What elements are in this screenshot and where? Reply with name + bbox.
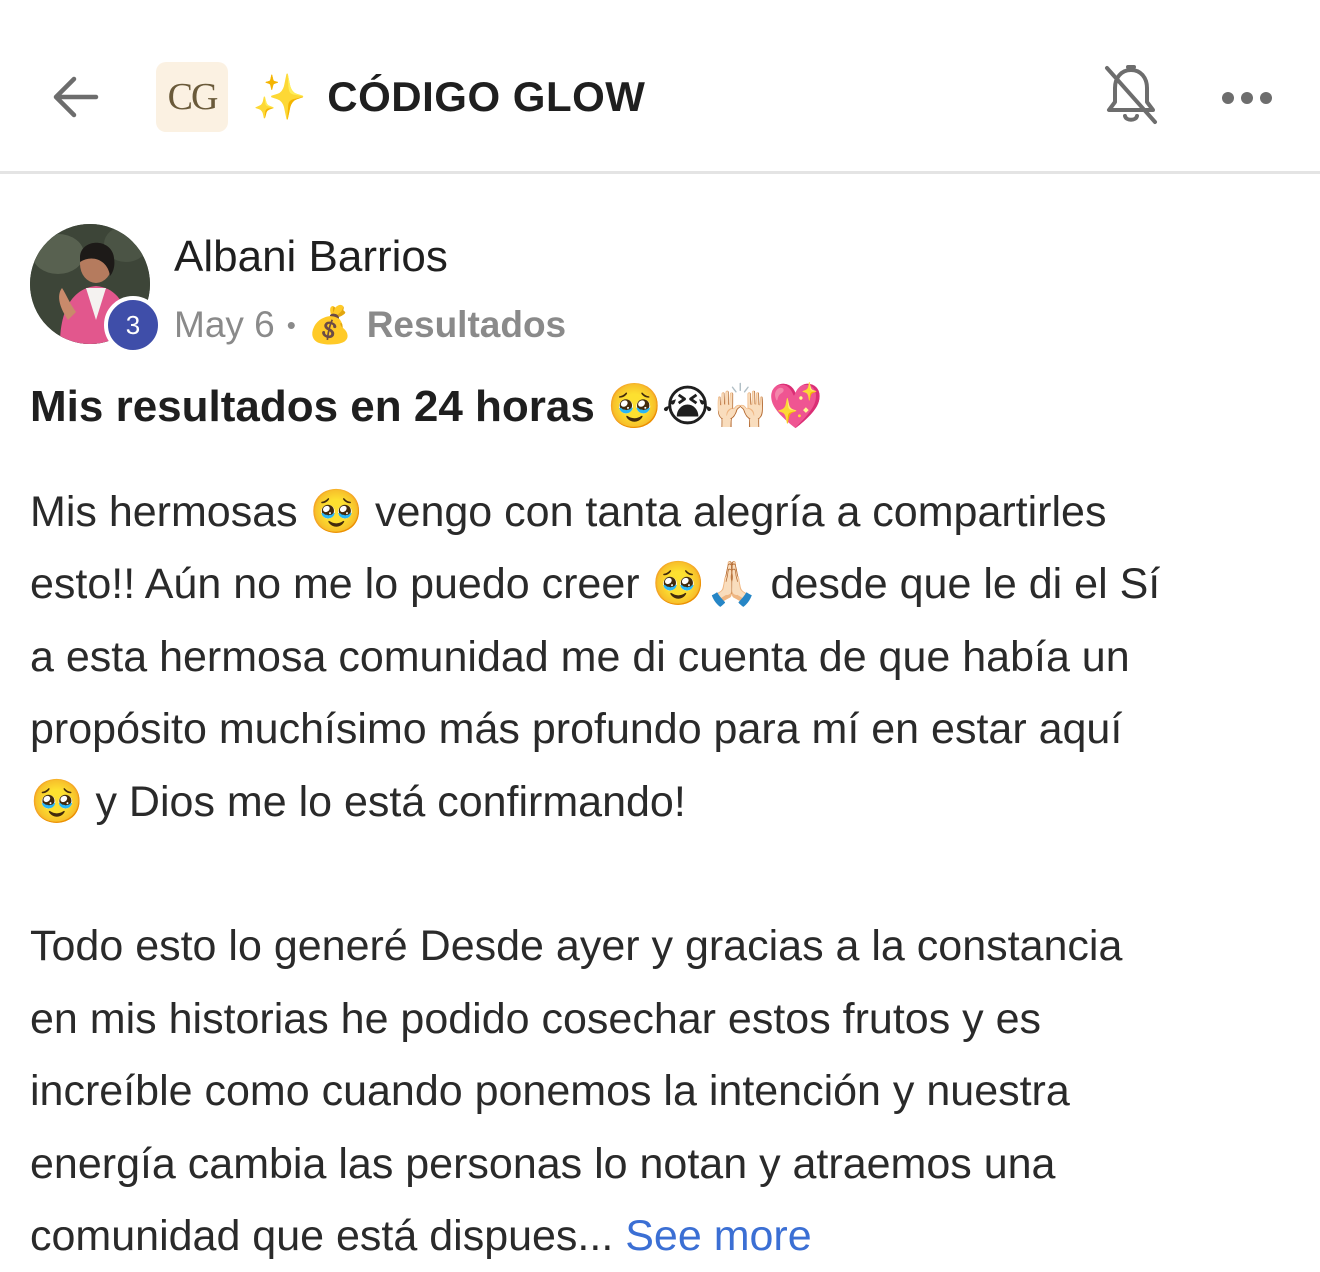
body-line: Todo esto lo generé Desde ayer y gracias… bbox=[30, 922, 1123, 971]
body-line: 🥹 y Dios me lo está confirmando! bbox=[30, 777, 686, 826]
see-more-link[interactable]: See more bbox=[625, 1212, 811, 1260]
notifications-toggle-button[interactable] bbox=[1098, 62, 1164, 128]
post-body: Mis hermosas 🥹 vengo con tanta alegría a… bbox=[30, 476, 1295, 1272]
back-button[interactable] bbox=[44, 66, 106, 128]
group-logo-text: CG bbox=[167, 76, 219, 118]
post-meta: May 6 • 💰 Resultados bbox=[174, 300, 566, 350]
bell-muted-icon bbox=[1105, 65, 1157, 124]
back-arrow-icon bbox=[53, 76, 99, 118]
more-dots-icon bbox=[1222, 92, 1272, 104]
meta-separator: • bbox=[286, 309, 296, 340]
group-title[interactable]: ✨ CÓDIGO GLOW bbox=[252, 70, 645, 124]
post-category[interactable]: Resultados bbox=[367, 304, 566, 346]
body-line: propósito muchísimo más profundo para mí… bbox=[30, 705, 1123, 754]
body-line: a esta hermosa comunidad me di cuenta de… bbox=[30, 632, 1130, 681]
body-line: increíble como cuando ponemos la intenci… bbox=[30, 1067, 1070, 1116]
body-line: en mis historias he podido cosechar esto… bbox=[30, 994, 1042, 1043]
money-bag-icon: 💰 bbox=[307, 304, 353, 345]
post-date: May 6 bbox=[174, 304, 275, 345]
truncated-text: comunidad que está dispues... bbox=[30, 1211, 614, 1260]
group-logo[interactable]: CG bbox=[156, 62, 228, 132]
author-name[interactable]: Albani Barrios bbox=[174, 232, 448, 282]
body-last-line: comunidad que está dispues... See more bbox=[30, 1200, 1295, 1272]
more-options-button[interactable] bbox=[1214, 70, 1280, 126]
post-title: Mis resultados en 24 horas 🥹😭🙌🏻💖 bbox=[30, 382, 823, 431]
body-line: esto!! Aún no me lo puedo creer 🥹🙏🏻 desd… bbox=[30, 560, 1161, 609]
group-title-text: CÓDIGO GLOW bbox=[327, 73, 646, 120]
top-bar: CG ✨ CÓDIGO GLOW bbox=[0, 0, 1320, 174]
body-line: energía cambia las personas lo notan y a… bbox=[30, 1139, 1056, 1188]
level-badge: 3 bbox=[104, 296, 162, 354]
sparkles-icon: ✨ bbox=[252, 73, 308, 122]
body-line: Mis hermosas 🥹 vengo con tanta alegría a… bbox=[30, 488, 1107, 536]
